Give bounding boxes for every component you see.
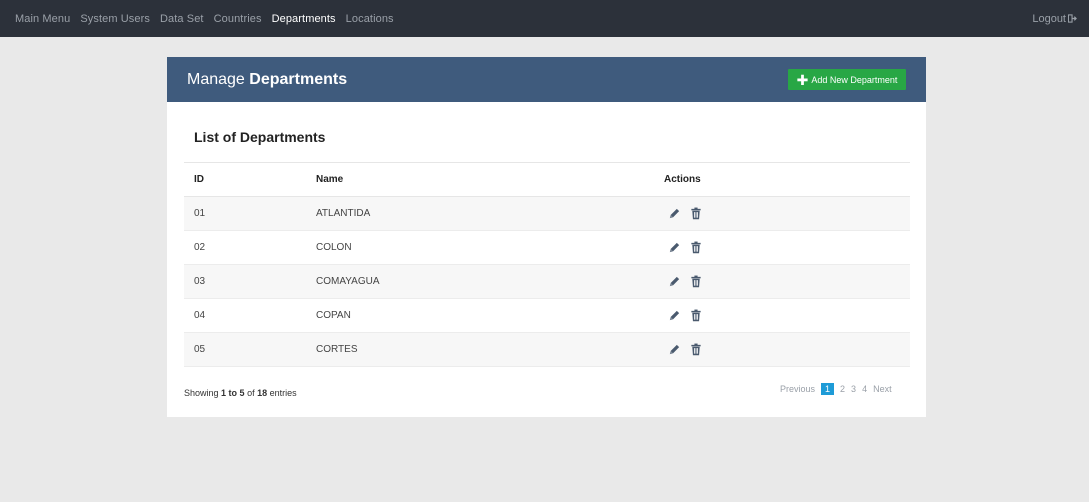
pencil-icon[interactable] [668,241,681,254]
table-row: 04 COPAN [184,298,910,333]
nav-departments[interactable]: Departments [272,13,336,25]
col-header-name: Name [316,162,664,197]
add-button-label: Add New Department [811,74,898,85]
departments-panel: Manage Departments ✚ Add New Department … [167,57,926,417]
info-range: 1 to 5 [221,388,245,398]
table-row: 03 COMAYAGUA [184,264,910,299]
cell-name: COMAYAGUA [316,264,664,299]
cell-actions [664,230,910,265]
table-row: 02 COLON [184,230,910,265]
pagination-page-2[interactable]: 2 [840,384,845,394]
cell-name: COLON [316,230,664,265]
cell-id: 02 [184,230,316,265]
logout-label: Logout [1032,12,1066,25]
plus-icon: ✚ [796,71,809,88]
info-suffix: entries [269,388,297,398]
trash-icon[interactable] [690,309,702,322]
cell-name: COPAN [316,298,664,333]
trash-icon[interactable] [690,343,702,356]
panel-header: Manage Departments ✚ Add New Department [167,57,926,102]
col-header-actions: Actions [664,162,910,197]
trash-icon[interactable] [690,241,702,254]
pagination-page-4[interactable]: 4 [862,384,867,394]
nav-links: Main Menu System Users Data Set Countrie… [10,0,399,37]
pagination-page-1[interactable]: 1 [821,383,835,395]
pagination: Previous 1 2 3 4 Next [777,383,895,395]
table-row: 05 CORTES [184,332,910,367]
cell-name: ATLANTIDA [316,196,664,231]
info-prefix: Showing [184,388,219,398]
info-of: of [247,388,255,398]
pagination-previous[interactable]: Previous [780,384,815,394]
nav-countries[interactable]: Countries [214,13,262,25]
nav-main-menu[interactable]: Main Menu [15,13,70,25]
pencil-icon[interactable] [668,275,681,288]
col-header-id: ID [184,162,316,197]
cell-id: 04 [184,298,316,333]
cell-id: 05 [184,332,316,367]
departments-table: ID Name Actions 01 ATLANTIDA 02 COLON 03… [184,162,910,367]
title-prefix: Manage [187,71,245,88]
cell-actions [664,264,910,299]
info-total: 18 [257,388,268,398]
cell-actions [664,332,910,367]
cell-actions [664,298,910,333]
table-header-row: ID Name Actions [184,162,910,197]
top-navbar: Main Menu System Users Data Set Countrie… [0,0,1089,37]
list-title: List of Departments [194,129,326,145]
entries-info: Showing 1 to 5 of 18 entries [184,388,297,398]
pagination-next[interactable]: Next [873,384,892,394]
pencil-icon[interactable] [668,343,681,356]
nav-locations[interactable]: Locations [346,13,394,25]
table-row: 01 ATLANTIDA [184,196,910,231]
pencil-icon[interactable] [668,207,681,220]
pagination-page-3[interactable]: 3 [851,384,856,394]
logout-icon [1068,14,1077,23]
trash-icon[interactable] [690,275,702,288]
cell-actions [664,196,910,231]
cell-id: 03 [184,264,316,299]
logout-link[interactable]: Logout [1032,0,1077,37]
nav-system-users[interactable]: System Users [80,13,150,25]
page-title: Manage Departments [187,71,347,89]
pencil-icon[interactable] [668,309,681,322]
title-main: Departments [249,71,348,88]
trash-icon[interactable] [690,207,702,220]
add-department-button[interactable]: ✚ Add New Department [788,69,906,90]
nav-data-set[interactable]: Data Set [160,13,204,25]
cell-id: 01 [184,196,316,231]
cell-name: CORTES [316,332,664,367]
